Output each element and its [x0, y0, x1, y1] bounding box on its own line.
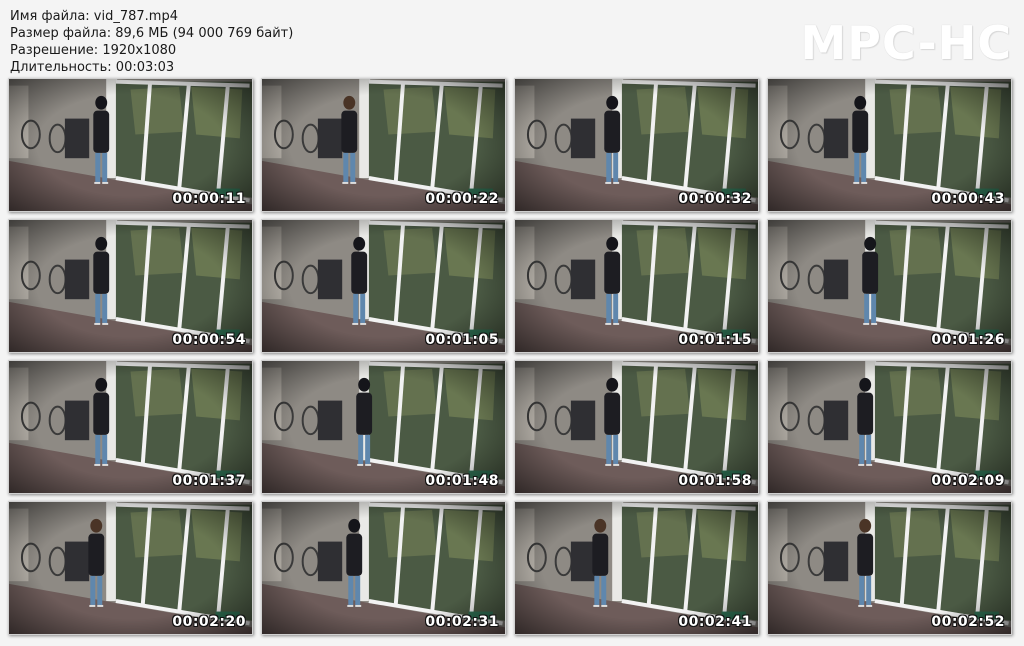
video-thumbnail[interactable]: 00:02:31	[261, 501, 506, 635]
thumbnail-timestamp: 00:00:43	[931, 191, 1005, 207]
thumbnail-timestamp: 00:00:54	[172, 332, 246, 348]
video-thumbnail[interactable]: 00:01:05	[261, 219, 506, 353]
thumbnail-timestamp: 00:00:32	[678, 191, 752, 207]
file-resolution: Разрешение: 1920x1080	[10, 43, 177, 58]
thumbnail-timestamp: 00:01:15	[678, 332, 752, 348]
thumbnail-timestamp: 00:00:22	[425, 191, 499, 207]
video-thumbnail[interactable]: 00:02:09	[767, 360, 1012, 494]
thumbnail-timestamp: 00:02:20	[172, 614, 246, 630]
thumbnail-timestamp: 00:00:11	[172, 191, 246, 207]
thumbnail-timestamp: 00:02:09	[931, 473, 1005, 489]
video-thumbnail[interactable]: 00:00:54	[8, 219, 253, 353]
thumbnail-timestamp: 00:01:37	[172, 473, 246, 489]
video-thumbnail[interactable]: 00:02:52	[767, 501, 1012, 635]
file-duration: Длительность: 00:03:03	[10, 60, 175, 75]
video-thumbnail[interactable]: 00:01:48	[261, 360, 506, 494]
video-thumbnail[interactable]: 00:02:20	[8, 501, 253, 635]
mpc-hc-logo: MPC-HC	[800, 16, 1012, 70]
thumbnail-timestamp: 00:02:31	[425, 614, 499, 630]
video-thumbnail[interactable]: 00:00:11	[8, 78, 253, 212]
video-thumbnail[interactable]: 00:00:43	[767, 78, 1012, 212]
video-thumbnail[interactable]: 00:01:26	[767, 219, 1012, 353]
video-thumbnail[interactable]: 00:00:32	[514, 78, 759, 212]
file-name: Имя файла: vid_787.mp4	[10, 9, 178, 24]
file-info: Имя файла: vid_787.mp4 Размер файла: 89,…	[10, 8, 293, 76]
thumbnail-timestamp: 00:01:05	[425, 332, 499, 348]
thumbnail-timestamp: 00:01:26	[931, 332, 1005, 348]
file-size: Размер файла: 89,6 МБ (94 000 769 байт)	[10, 26, 294, 41]
video-thumbnail[interactable]: 00:01:58	[514, 360, 759, 494]
video-thumbnail[interactable]: 00:01:15	[514, 219, 759, 353]
thumbnail-timestamp: 00:01:48	[425, 473, 499, 489]
thumbnail-grid: 00:00:11 00:00:22 00:00:32 00:00:43 00:0…	[8, 78, 1012, 635]
video-thumbnail[interactable]: 00:02:41	[514, 501, 759, 635]
video-thumbnail[interactable]: 00:01:37	[8, 360, 253, 494]
thumbnail-timestamp: 00:02:52	[931, 614, 1005, 630]
thumbnail-timestamp: 00:02:41	[678, 614, 752, 630]
video-thumbnail[interactable]: 00:00:22	[261, 78, 506, 212]
thumbnail-timestamp: 00:01:58	[678, 473, 752, 489]
